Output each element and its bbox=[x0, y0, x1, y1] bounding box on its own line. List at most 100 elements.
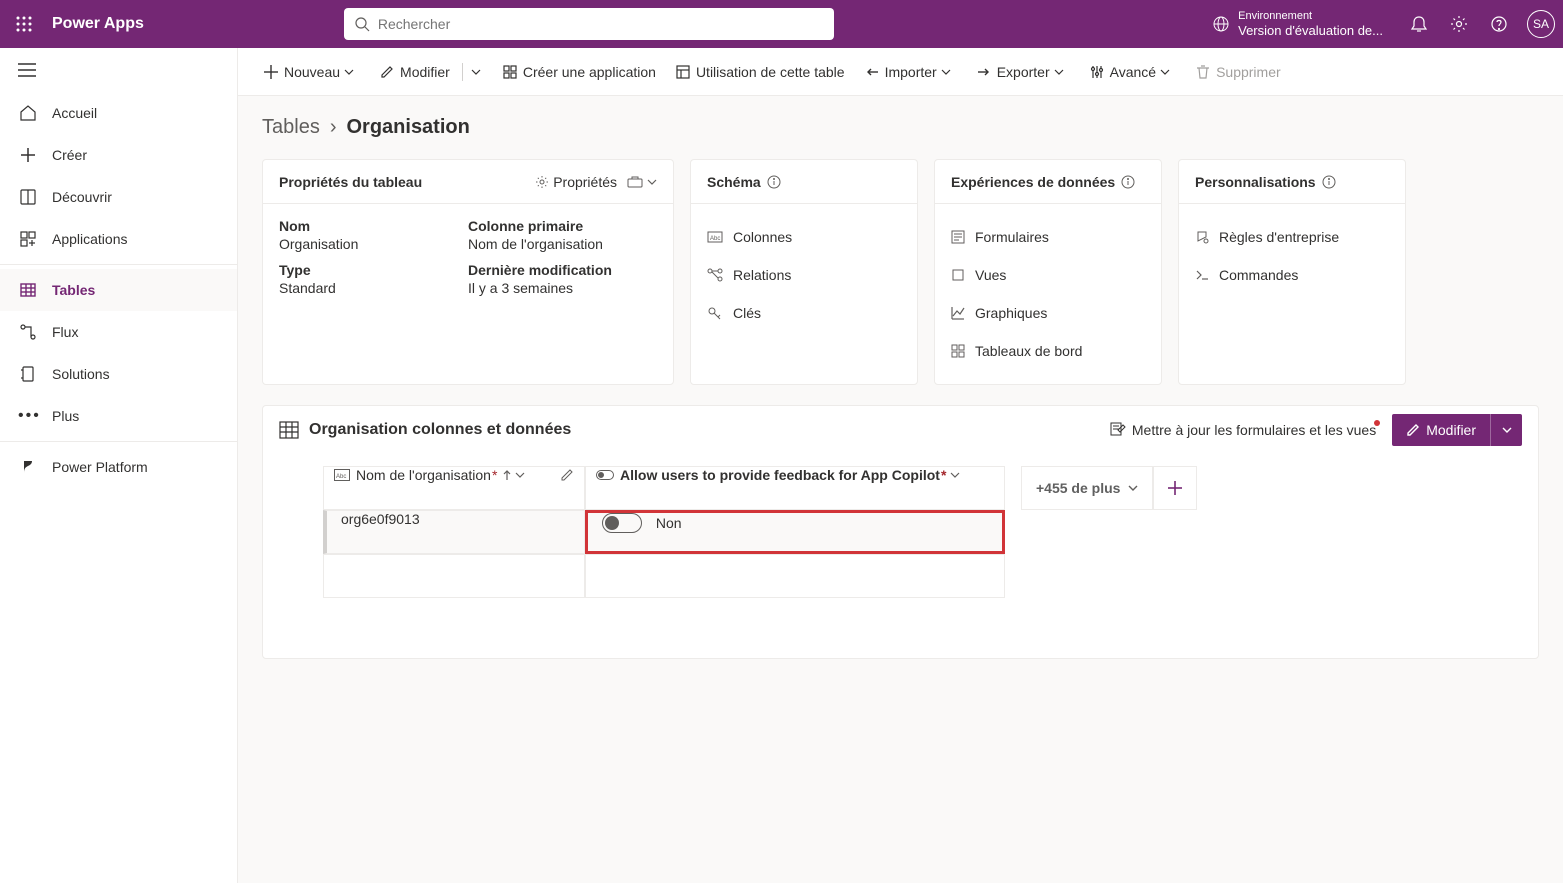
modifier-split-button[interactable] bbox=[1490, 414, 1522, 446]
chevron-down-icon bbox=[647, 179, 657, 185]
exporter-button[interactable]: Exporter bbox=[967, 54, 1080, 90]
advanced-icon bbox=[1090, 65, 1104, 79]
help-icon[interactable] bbox=[1479, 4, 1519, 44]
nouveau-button[interactable]: Nouveau bbox=[254, 54, 370, 90]
modifier-primary-button[interactable]: Modifier bbox=[1392, 414, 1490, 446]
notifications-icon[interactable] bbox=[1399, 4, 1439, 44]
waffle-icon[interactable] bbox=[8, 8, 40, 40]
link-regles[interactable]: Règles d'entreprise bbox=[1195, 218, 1389, 256]
chevron-down-icon bbox=[1128, 485, 1138, 491]
sidebar-item-label: Accueil bbox=[52, 105, 97, 121]
usage-icon bbox=[676, 65, 690, 79]
link-relations[interactable]: Relations bbox=[707, 256, 901, 294]
env-name: Version d'évaluation de... bbox=[1238, 23, 1383, 39]
apps-icon bbox=[18, 230, 38, 248]
chart-icon bbox=[951, 306, 965, 320]
link-tableaux-bord[interactable]: Tableaux de bord bbox=[951, 332, 1145, 370]
modifier-split[interactable] bbox=[465, 54, 493, 90]
avance-button[interactable]: Avancé bbox=[1080, 54, 1186, 90]
link-vues[interactable]: Vues bbox=[951, 256, 1145, 294]
empty-cell[interactable] bbox=[585, 554, 1005, 598]
prop-pk-label: Colonne primaire bbox=[468, 218, 657, 234]
properties-link[interactable]: Propriétés bbox=[535, 174, 617, 190]
sidebar-item-label: Créer bbox=[52, 147, 87, 163]
tools-dropdown[interactable] bbox=[627, 175, 657, 189]
sidebar-item-tables[interactable]: Tables bbox=[0, 269, 237, 311]
link-formulaires[interactable]: Formulaires bbox=[951, 218, 1145, 256]
toggle-label: Non bbox=[656, 515, 682, 531]
sidebar-item-creer[interactable]: Créer bbox=[0, 134, 237, 176]
importer-button[interactable]: Importer bbox=[855, 54, 967, 90]
chevron-right-icon: › bbox=[330, 116, 337, 139]
sidebar-item-decouvrir[interactable]: Découvrir bbox=[0, 176, 237, 218]
utilisation-button[interactable]: Utilisation de cette table bbox=[666, 54, 855, 90]
data-grid-card: Organisation colonnes et données Mettre … bbox=[262, 405, 1539, 659]
plus-icon bbox=[1168, 481, 1182, 495]
sidebar-item-flux[interactable]: Flux bbox=[0, 311, 237, 353]
sidebar-item-solutions[interactable]: Solutions bbox=[0, 353, 237, 395]
update-forms-link[interactable]: Mettre à jour les formulaires et les vue… bbox=[1110, 422, 1376, 438]
toolbar-label: Modifier bbox=[400, 64, 450, 80]
text-icon: Abc bbox=[334, 469, 350, 481]
info-icon[interactable] bbox=[1322, 175, 1336, 189]
table-icon bbox=[279, 421, 299, 439]
hamburger-icon[interactable] bbox=[0, 48, 237, 92]
link-colonnes[interactable]: AbcColonnes bbox=[707, 218, 901, 256]
add-column-button[interactable] bbox=[1153, 466, 1197, 510]
card-title: Personnalisations bbox=[1195, 174, 1316, 190]
chevron-down-icon bbox=[1054, 69, 1064, 75]
breadcrumb: Tables › Organisation bbox=[262, 116, 1539, 139]
edit-column-icon[interactable] bbox=[560, 468, 574, 482]
modifier-button[interactable]: Modifier bbox=[370, 54, 460, 90]
sidebar-item-label: Solutions bbox=[52, 366, 110, 382]
flow-icon bbox=[18, 323, 38, 341]
link-cles[interactable]: Clés bbox=[707, 294, 901, 332]
properties-card: Propriétés du tableau Propriétés bbox=[262, 159, 674, 385]
creer-app-button[interactable]: Créer une application bbox=[493, 54, 666, 90]
search-box[interactable] bbox=[344, 8, 834, 40]
form-icon bbox=[951, 230, 965, 244]
app-icon bbox=[503, 65, 517, 79]
chevron-down-icon bbox=[1502, 427, 1512, 433]
sidebar-item-power-platform[interactable]: Power Platform bbox=[0, 446, 237, 488]
toolbar-label: Importer bbox=[885, 64, 937, 80]
power-platform-icon bbox=[18, 458, 38, 476]
env-label: Environnement bbox=[1238, 10, 1383, 23]
edit-icon bbox=[380, 65, 394, 79]
export-icon bbox=[977, 65, 991, 79]
info-icon[interactable] bbox=[1121, 175, 1135, 189]
column-header-name[interactable]: Abc Nom de l'organisation* bbox=[323, 466, 585, 510]
column-header-feedback[interactable]: Allow users to provide feedback for App … bbox=[585, 466, 1005, 510]
sidebar-item-label: Plus bbox=[52, 408, 79, 424]
card-title: Schéma bbox=[707, 174, 761, 190]
search-input[interactable] bbox=[378, 16, 824, 32]
settings-icon[interactable] bbox=[1439, 4, 1479, 44]
toolbar-label: Créer une application bbox=[523, 64, 656, 80]
cell-org-name[interactable]: org6e0f9013 bbox=[323, 510, 585, 554]
main: Nouveau Modifier Créer une application U… bbox=[238, 48, 1563, 883]
toggle-switch[interactable] bbox=[602, 513, 642, 533]
info-icon[interactable] bbox=[767, 175, 781, 189]
sidebar-item-accueil[interactable]: Accueil bbox=[0, 92, 237, 134]
chevron-down-icon bbox=[471, 69, 481, 75]
cell-feedback-toggle[interactable]: Non bbox=[585, 510, 1005, 554]
toolbar-label: Nouveau bbox=[284, 64, 340, 80]
custom-card: Personnalisations Règles d'entreprise Co… bbox=[1178, 159, 1406, 385]
link-graphiques[interactable]: Graphiques bbox=[951, 294, 1145, 332]
empty-cell[interactable] bbox=[323, 554, 585, 598]
supprimer-button: Supprimer bbox=[1186, 54, 1291, 90]
card-title: Propriétés du tableau bbox=[279, 174, 422, 190]
avatar[interactable]: SA bbox=[1527, 10, 1555, 38]
sidebar-item-label: Découvrir bbox=[52, 189, 112, 205]
breadcrumb-parent[interactable]: Tables bbox=[262, 116, 320, 139]
environment-picker[interactable]: Environnement Version d'évaluation de... bbox=[1212, 10, 1383, 39]
sort-asc-icon bbox=[503, 470, 511, 480]
app-name: Power Apps bbox=[52, 15, 144, 33]
sidebar-item-applications[interactable]: Applications bbox=[0, 218, 237, 260]
keys-icon bbox=[707, 306, 723, 320]
sidebar-item-plus[interactable]: •••Plus bbox=[0, 395, 237, 437]
columns-icon: Abc bbox=[707, 231, 723, 243]
more-columns-button[interactable]: +455 de plus bbox=[1021, 466, 1153, 510]
toolbar-label: Avancé bbox=[1110, 64, 1156, 80]
link-commandes[interactable]: Commandes bbox=[1195, 256, 1389, 294]
